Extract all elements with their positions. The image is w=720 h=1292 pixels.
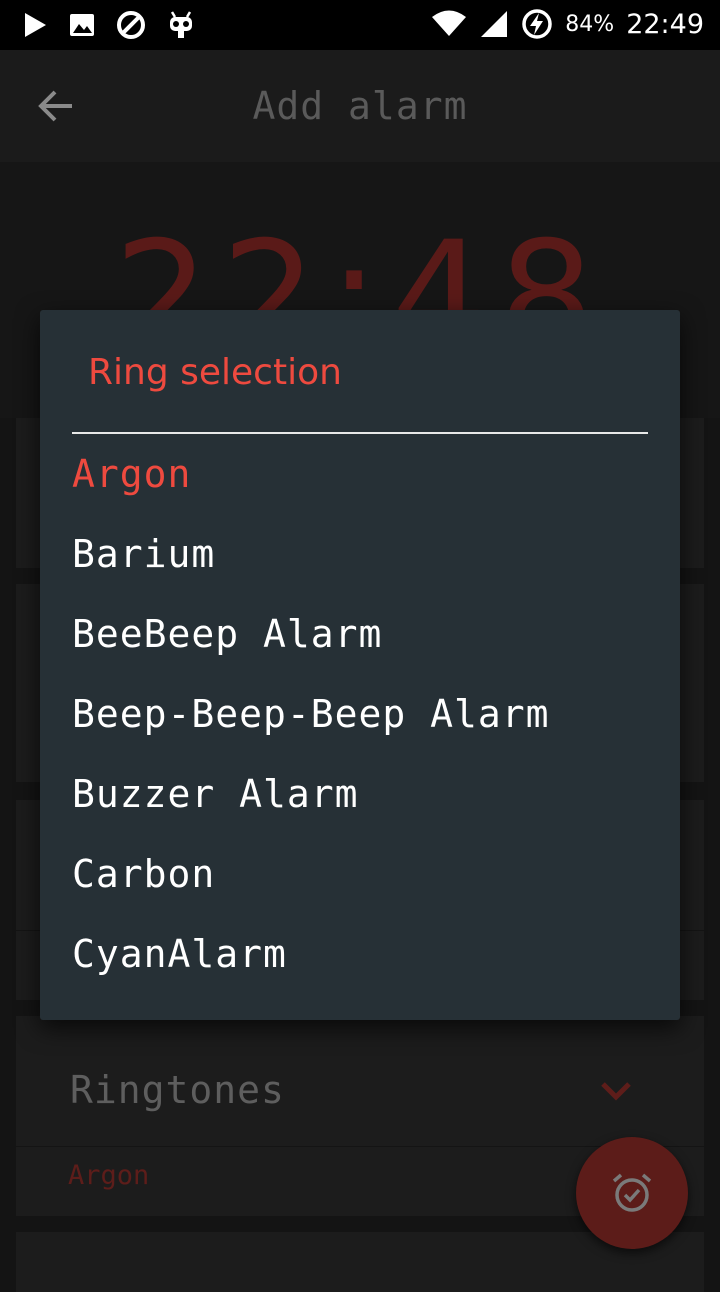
ring-selection-dialog: Ring selection Argon Barium BeeBeep Alar… bbox=[40, 310, 680, 1020]
ring-option-buzzer-alarm[interactable]: Buzzer Alarm bbox=[72, 754, 648, 834]
ring-option-barium[interactable]: Barium bbox=[72, 514, 648, 594]
ring-option-carbon[interactable]: Carbon bbox=[72, 834, 648, 914]
ring-option-beep-beep-beep-alarm[interactable]: Beep-Beep-Beep Alarm bbox=[72, 674, 648, 754]
ring-option-cyanalarm[interactable]: CyanAlarm bbox=[72, 914, 648, 994]
dialog-title: Ring selection bbox=[88, 352, 342, 393]
ring-option-beebeep-alarm[interactable]: BeeBeep Alarm bbox=[72, 594, 648, 674]
ring-options-list: Argon Barium BeeBeep Alarm Beep-Beep-Bee… bbox=[72, 434, 648, 994]
ring-option-argon[interactable]: Argon bbox=[72, 434, 648, 514]
